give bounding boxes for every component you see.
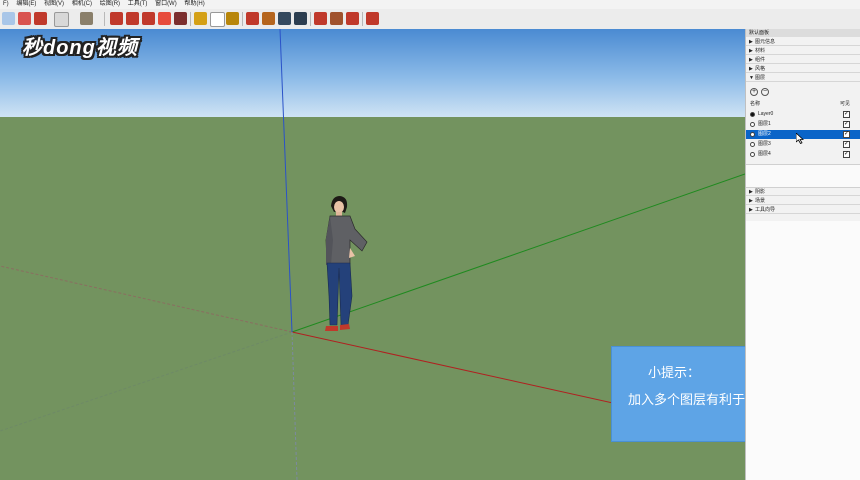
tray-spacer [746,164,860,188]
menu-edit[interactable]: 编辑(E) [13,0,39,9]
visible-checkbox[interactable]: ✓ [843,141,850,148]
red-axis-negative [0,265,293,333]
visible-checkbox[interactable]: ✓ [843,111,850,118]
text-icon[interactable] [210,12,225,27]
rotate-icon[interactable] [158,12,171,25]
red-axis-positive [291,331,641,410]
tray-empty-area [746,221,860,480]
default-tray: 默认面板 ▶ 图元信息 ▶ 材料 ▶ 组件 ▶ 风格 ▼ 图层 + − 名称 可见 Lay… [745,29,860,480]
scale-icon[interactable] [142,12,155,25]
mouse-cursor-icon [796,133,804,144]
layer-row[interactable]: 图层4 ✓ [746,150,860,159]
blue-axis-positive [279,29,293,333]
move-icon[interactable] [110,12,123,25]
components-icon[interactable] [346,12,359,25]
share-model-icon[interactable] [330,12,343,25]
tape-measure-icon[interactable] [194,12,207,25]
expand-arrow-icon: ▶ [749,57,753,63]
toolbar [0,9,860,30]
push-pull-icon[interactable] [80,12,93,25]
active-layer-radio[interactable] [750,152,755,157]
scale-figure [325,196,368,331]
eraser-icon[interactable] [18,12,31,25]
expand-arrow-icon: ▶ [749,198,753,204]
rectangle-icon[interactable] [54,12,69,27]
column-name: 名称 [750,101,761,107]
section-scenes[interactable]: ▶ 场景 [746,197,860,205]
blue-axis-negative [291,331,298,480]
menu-camera[interactable]: 相机(C) [69,0,95,9]
section-entity-info[interactable]: ▶ 图元信息 [746,38,860,46]
menu-tools[interactable]: 工具(T) [125,0,151,9]
section-components[interactable]: ▶ 组件 [746,56,860,64]
section-layers[interactable]: ▼ 图层 [746,74,860,82]
menu-window[interactable]: 窗口(W) [152,0,180,9]
column-visible: 可见 [840,101,851,107]
move-arrows-icon[interactable] [126,12,139,25]
warehouse-icon[interactable] [314,12,327,25]
section-styles[interactable]: ▶ 风格 [746,65,860,73]
active-layer-radio[interactable] [750,112,755,117]
section-shadows[interactable]: ▶ 阴影 [746,188,860,196]
delete-layer-button[interactable]: − [761,88,769,96]
expand-arrow-icon: ▶ [749,189,753,195]
expand-arrow-icon: ▶ [749,39,753,45]
pencil-icon[interactable] [34,12,47,25]
active-layer-radio[interactable] [750,142,755,147]
layer-row[interactable]: 图层1 ✓ [746,120,860,129]
expand-arrow-icon: ▶ [749,48,753,54]
green-axis-negative [0,331,293,432]
add-layer-button[interactable]: + [750,88,758,96]
menu-view[interactable]: 视图(V) [41,0,67,9]
expand-arrow-icon: ▶ [749,207,753,213]
expand-arrow-icon: ▶ [749,66,753,72]
visible-checkbox[interactable]: ✓ [843,131,850,138]
menu-file[interactable]: F) [0,0,12,9]
section-instructor[interactable]: ▶ 工具向导 [746,206,860,214]
orbit-icon[interactable] [246,12,259,25]
tip-title: 小提示： [648,365,701,380]
visible-checkbox[interactable]: ✓ [843,121,850,128]
visible-checkbox[interactable]: ✓ [843,151,850,158]
paint-bucket-icon[interactable] [226,12,239,25]
pan-icon[interactable] [262,12,275,25]
zoom-extents-icon[interactable] [294,12,307,25]
section-materials[interactable]: ▶ 材料 [746,47,860,55]
select-arrow-icon[interactable] [2,12,15,25]
offset-icon[interactable] [174,12,187,25]
active-layer-radio[interactable] [750,122,755,127]
collapse-arrow-icon: ▼ [749,75,754,81]
watermark-logo: 秒dong视频 [22,37,138,59]
extension-icon[interactable] [366,12,379,25]
tray-title: 默认面板 [746,29,860,37]
green-axis-positive [291,173,745,333]
active-layer-radio[interactable] [750,132,755,137]
zoom-icon[interactable] [278,12,291,25]
menu-draw[interactable]: 绘图(R) [97,0,123,9]
layer-row[interactable]: Layer0 ✓ [746,110,860,119]
menu-help[interactable]: 帮助(H) [181,0,207,9]
menu-bar: F) 编辑(E) 视图(V) 相机(C) 绘图(R) 工具(T) 窗口(W) 帮… [0,0,860,9]
